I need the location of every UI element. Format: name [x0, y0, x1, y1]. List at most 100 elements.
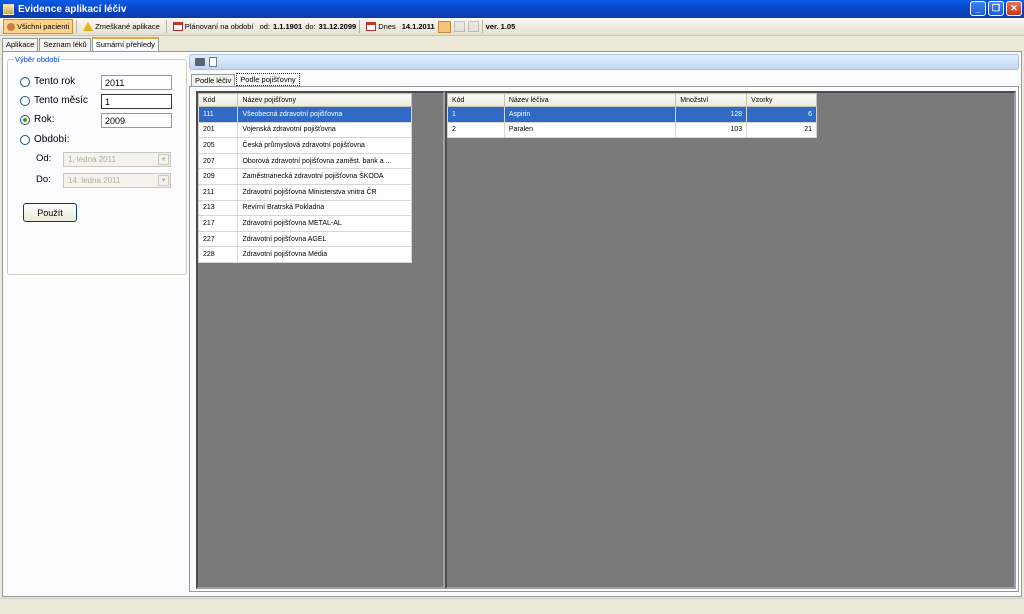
table-cell[interactable]: Zdravotní pojišťovna Média [237, 246, 412, 263]
table-cell[interactable]: Vojenská zdravotní pojišťovna [237, 121, 412, 139]
radio-this-month[interactable]: Tento měsíc [20, 95, 88, 106]
planning-button[interactable]: Plánovaní na období [170, 19, 257, 34]
table-cell[interactable]: Zdravotní pojišťovna Ministerstva vnitra… [237, 183, 412, 201]
table-cell[interactable]: 213 [198, 199, 239, 217]
radio-circle[interactable] [20, 95, 30, 106]
from-value: 1.1.1901 [273, 22, 303, 31]
radio-this-year[interactable]: Tento rok [20, 76, 75, 87]
date-from-label: Od: [36, 153, 52, 164]
date-to-picker[interactable]: 14. ledna 2011 ▼ [63, 173, 171, 188]
table-cell[interactable]: Aspirin [503, 106, 677, 123]
table-cell[interactable]: Zaměstnanecká zdravotní pojišťovna ŠKODA [237, 168, 412, 185]
table-cell[interactable]: 211 [198, 183, 239, 201]
table-cell[interactable]: 128 [675, 106, 748, 123]
all-patients-label: Všichni pacienti [17, 22, 70, 31]
window-title: Evidence aplikací léčiv [18, 3, 127, 15]
chevron-down-icon[interactable]: ▼ [158, 154, 169, 165]
tab-applications[interactable]: Aplikace [2, 38, 39, 51]
maximize-button[interactable]: ❐ [988, 1, 1004, 16]
table-cell[interactable]: Oborová zdravotní pojišťovna zaměst. ban… [237, 152, 412, 170]
to-label: do: [305, 22, 316, 31]
sub-tabs: Podle léčiv Podle pojišťovny [191, 73, 300, 86]
insurer-grid[interactable]: Kód Název pojišťovny 111 Všeobecná zdravo… [196, 91, 445, 589]
table-cell[interactable]: Česká průmyslová zdravotní pojišťovna [237, 137, 412, 154]
table-cell[interactable]: 217 [198, 215, 239, 232]
today-button[interactable]: Dnes [363, 19, 399, 34]
table-cell[interactable]: Zdravotní pojišťovna METAL-AL [237, 215, 412, 232]
radio-circle[interactable] [20, 134, 30, 145]
radio-year[interactable]: Rok: [20, 114, 55, 125]
table-cell[interactable]: Zdravotní pojišťovna AGEL [237, 230, 412, 248]
table-cell[interactable]: 228 [198, 246, 239, 263]
column-header[interactable]: Název léčiva [503, 93, 677, 107]
tab-drug-list[interactable]: Seznam léků [39, 38, 91, 51]
insurer-table: Kód Název pojišťovny 111 Všeobecná zdravo… [198, 93, 412, 263]
table-cell[interactable]: 1 [447, 106, 505, 123]
table-cell[interactable]: 21 [746, 121, 817, 139]
year-field[interactable]: 2009 [101, 113, 172, 128]
this-year-field[interactable]: 2011 [101, 75, 172, 90]
drug-grid[interactable]: Kód Název léčiva Množství Vzorky 1 Aspiri… [445, 91, 1016, 589]
table-cell[interactable]: 207 [198, 152, 239, 170]
close-button[interactable]: ✕ [1006, 1, 1022, 16]
tab-summary[interactable]: Sumární přehledy [91, 37, 159, 51]
radio-circle-selected[interactable] [20, 114, 30, 125]
summary-panel: Výběr období Tento rok 2011 Tento měsíc … [2, 51, 1022, 597]
table-cell[interactable]: 227 [198, 230, 239, 248]
table-row[interactable]: 217 Zdravotní pojišťovna METAL-AL [198, 215, 412, 232]
document-icon[interactable] [209, 57, 217, 67]
table-cell[interactable]: Všeobecná zdravotní pojišťovna [237, 106, 412, 123]
period-group-title: Výběr období [14, 55, 61, 64]
table-row[interactable]: 1 Aspirin 128 6 [447, 106, 817, 123]
table-cell[interactable]: 2 [447, 121, 505, 139]
column-header[interactable]: Kód [447, 93, 505, 107]
table-row[interactable]: 201 Vojenská zdravotní pojišťovna [198, 121, 412, 139]
warning-icon [83, 22, 94, 31]
table-cell[interactable]: 205 [198, 137, 239, 154]
table-cell[interactable]: 201 [198, 121, 239, 139]
table-row[interactable]: 213 Revírní Bratrská Pokladna [198, 199, 412, 217]
table-cell[interactable]: Revírní Bratrská Pokladna [237, 199, 412, 217]
calendar-icon [172, 22, 183, 31]
radio-circle[interactable] [20, 76, 30, 87]
missed-applications-label: Zmeškané aplikace [95, 22, 160, 31]
tab-by-insurer[interactable]: Podle pojišťovny [236, 73, 300, 86]
column-header[interactable]: Vzorky [746, 93, 817, 107]
table-row[interactable]: 228 Zdravotní pojišťovna Média [198, 246, 412, 263]
table-row[interactable]: 227 Zdravotní pojišťovna AGEL [198, 230, 412, 248]
chevron-down-icon[interactable]: ▼ [158, 175, 169, 186]
apply-button[interactable]: Použít [23, 203, 77, 222]
table-row[interactable]: 209 Zaměstnanecká zdravotní pojišťovna ŠK… [198, 168, 412, 185]
all-patients-button[interactable]: Všichni pacienti [3, 19, 74, 34]
column-header[interactable]: Název pojišťovny [237, 93, 412, 107]
missed-applications-button[interactable]: Zmeškané aplikace [80, 19, 163, 34]
table-cell[interactable]: Paralen [503, 121, 677, 139]
table-row[interactable]: 211 Zdravotní pojišťovna Ministerstva vni… [198, 183, 412, 201]
this-month-field[interactable]: 1 [101, 94, 172, 109]
title-bar: Evidence aplikací léčiv _ ❐ ✕ [0, 0, 1024, 18]
window-icon[interactable] [467, 21, 479, 32]
minimize-button[interactable]: _ [970, 1, 986, 16]
table-cell[interactable]: 103 [675, 121, 748, 139]
app-icon [3, 3, 14, 15]
table-row[interactable]: 111 Všeobecná zdravotní pojišťovna [198, 106, 412, 123]
today-value: 14.1.2011 [401, 22, 435, 31]
radio-range[interactable]: Období: [20, 134, 70, 145]
table-cell[interactable]: 209 [198, 168, 239, 185]
column-header[interactable]: Množství [675, 93, 748, 107]
date-from-picker[interactable]: 1. ledna 2011 ▼ [63, 152, 171, 167]
pin-icon[interactable] [453, 21, 465, 32]
table-row[interactable]: 207 Oborová zdravotní pojišťovna zaměst. … [198, 152, 412, 170]
tab-by-drug[interactable]: Podle léčiv [191, 74, 236, 86]
column-header[interactable]: Kód [198, 93, 239, 107]
date-to-label: Do: [36, 174, 51, 185]
report-area: Kód Název pojišťovny 111 Všeobecná zdravo… [189, 86, 1019, 592]
print-icon[interactable] [195, 58, 205, 66]
table-row[interactable]: 205 Česká průmyslová zdravotní pojišťovna [198, 137, 412, 154]
calendar-icon [366, 22, 377, 31]
settings-icon[interactable] [437, 20, 451, 33]
table-row[interactable]: 2 Paralen 103 21 [447, 121, 817, 139]
table-cell[interactable]: 111 [198, 106, 239, 123]
report-toolbar [189, 54, 1019, 70]
table-cell[interactable]: 6 [746, 106, 817, 123]
